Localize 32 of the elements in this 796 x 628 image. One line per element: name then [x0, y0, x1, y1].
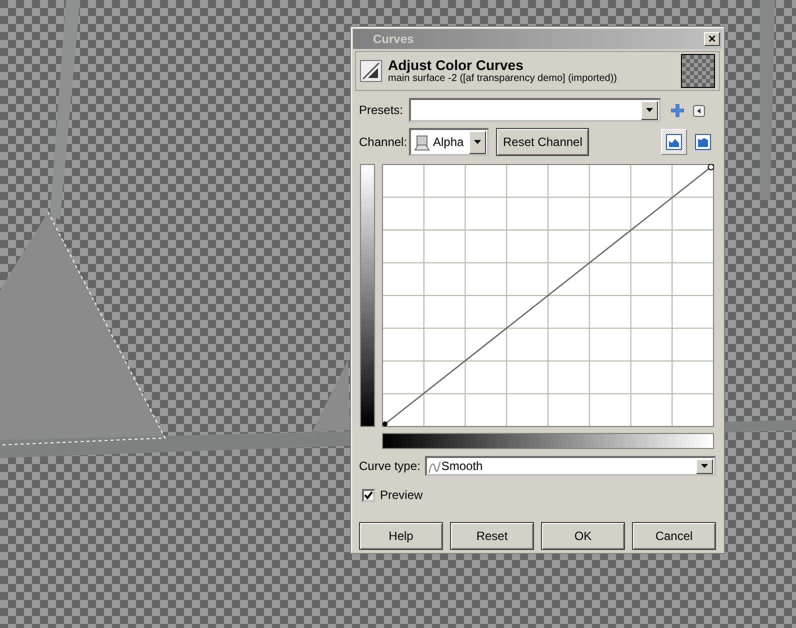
histogram-mode-toggle[interactable]: [661, 129, 687, 155]
curves-icon: [360, 60, 382, 82]
channel-icon: [414, 134, 430, 151]
preview-label: Preview: [380, 487, 423, 504]
dropdown-arrow-icon: [646, 108, 653, 112]
histogram-icon: [666, 134, 682, 150]
histogram-icon: [695, 134, 711, 150]
dialog-button[interactable]: Reset: [450, 522, 534, 550]
add-icon[interactable]: [671, 104, 684, 118]
dialog-button[interactable]: Help: [359, 522, 443, 550]
reset-channel-button[interactable]: Reset Channel: [496, 128, 590, 156]
curve-type-value: Smooth: [441, 458, 483, 475]
check-icon: [364, 490, 373, 500]
image-subtitle: main surface -2 ([af transparency demo] (imported)): [388, 72, 617, 84]
dropdown-arrow-icon: [474, 140, 481, 144]
menu-icon[interactable]: [693, 104, 705, 117]
presets-combo[interactable]: [409, 98, 661, 122]
dialog-button[interactable]: Cancel: [632, 522, 716, 550]
dropdown-arrow-icon: [701, 464, 708, 468]
dialog-heading: Adjust Color Curves: [388, 58, 524, 72]
curve-type-label: Curve type:: [359, 458, 420, 475]
channel-label: Channel:: [359, 134, 408, 151]
dialog-button[interactable]: OK: [541, 522, 625, 550]
channel-combo[interactable]: Alpha: [409, 128, 489, 156]
channel-value: Alpha: [433, 134, 464, 151]
image-thumbnail: [681, 54, 715, 88]
preview-checkbox[interactable]: [362, 488, 375, 502]
smooth-curve-icon: [427, 460, 442, 474]
presets-label: Presets:: [359, 102, 404, 119]
window-title: Curves: [373, 31, 414, 48]
curve-type-combo[interactable]: Smooth: [425, 456, 716, 476]
close-button[interactable]: ×: [704, 32, 720, 46]
